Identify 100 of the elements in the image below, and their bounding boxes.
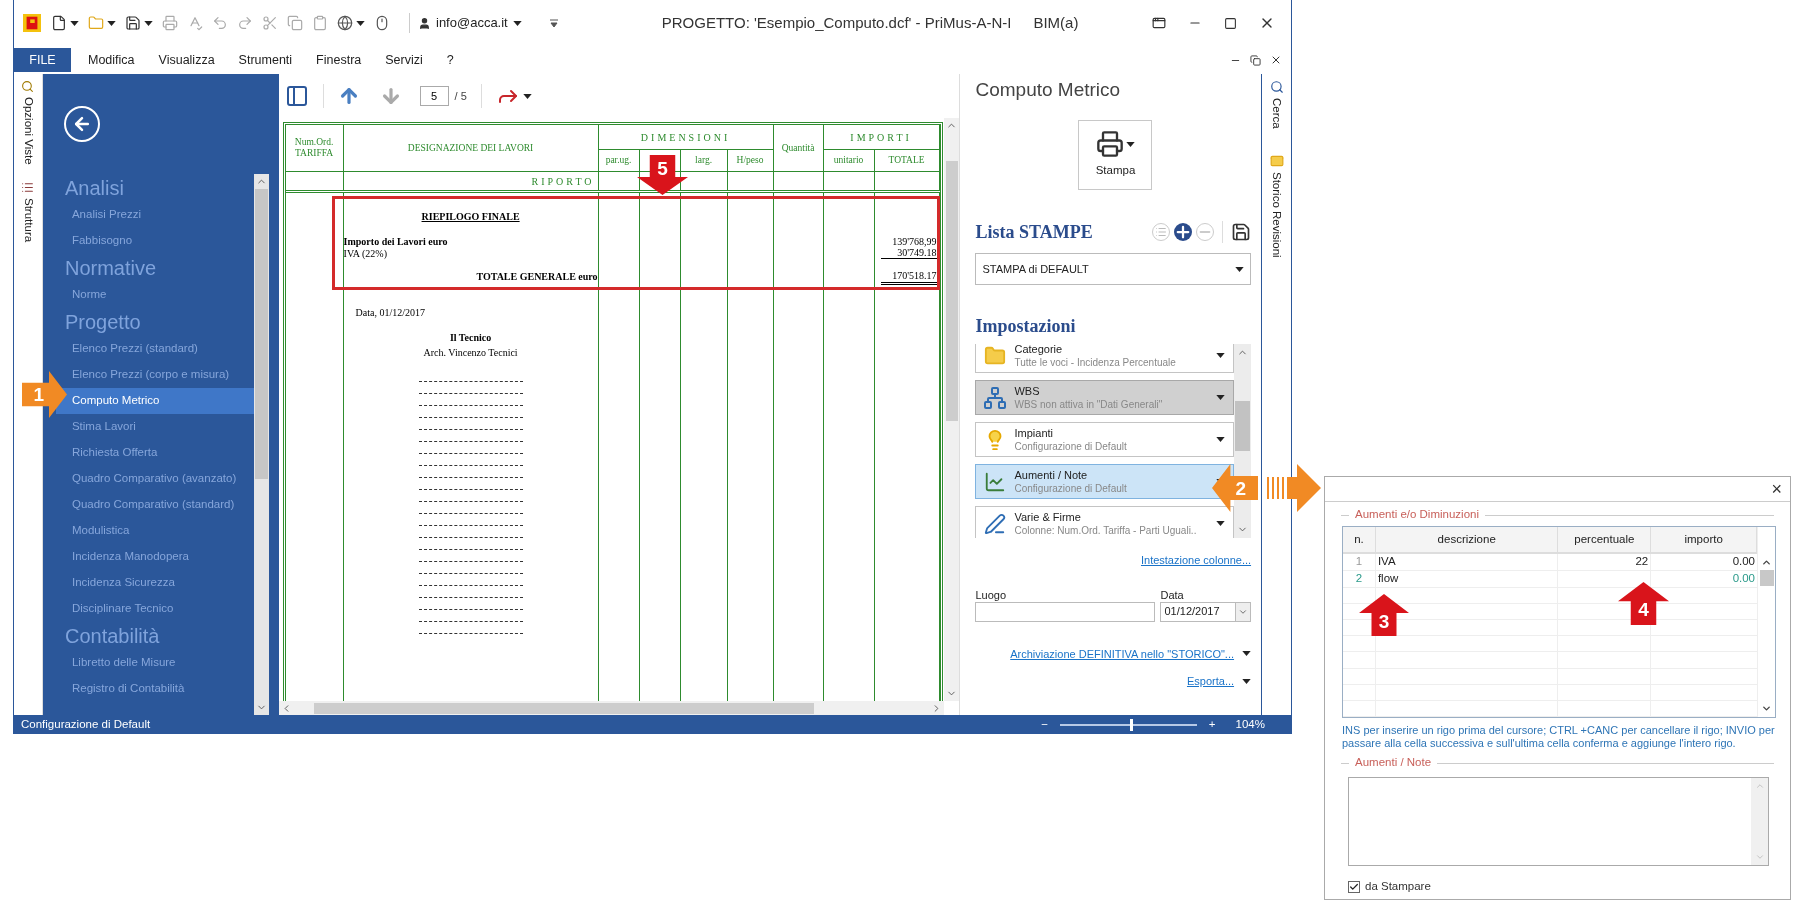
scroll-down-icon[interactable]	[1761, 703, 1772, 714]
columns-link[interactable]: Intestazione colonne...	[1140, 552, 1252, 569]
export-link[interactable]: Esporta...	[1186, 673, 1235, 690]
caret-icon[interactable]	[1216, 521, 1226, 526]
column-header: Quantità	[781, 142, 815, 154]
menu-item[interactable]: Strumenti	[238, 50, 293, 70]
table-cell-text: IVA	[1377, 554, 1396, 570]
scroll-thumb[interactable]	[254, 189, 268, 479]
restore-icon[interactable]	[1250, 54, 1261, 66]
menu-item[interactable]: ?	[446, 50, 454, 70]
side-tab[interactable]: Storico Revisioni	[1267, 172, 1286, 262]
scrollbar[interactable]	[1234, 344, 1252, 538]
page-count: / 5	[454, 88, 467, 104]
zoom-out-button[interactable]: −	[1041, 715, 1048, 734]
caret-icon[interactable]	[1216, 353, 1226, 358]
globe-icon[interactable]	[337, 15, 353, 31]
checkbox-label[interactable]: da Stampare	[1365, 878, 1431, 896]
add-icon[interactable]	[1174, 223, 1193, 241]
column-header[interactable]: n.	[1343, 527, 1376, 552]
table-cell-text: flow	[1377, 571, 1399, 587]
column-header[interactable]: importo	[1651, 527, 1757, 552]
close-icon[interactable]	[1270, 54, 1282, 66]
save-icon[interactable]	[125, 15, 141, 31]
structure-icon[interactable]	[21, 181, 35, 194]
table-row[interactable]: 2 flow 0.00	[1343, 570, 1757, 588]
settings-item[interactable]: Impianti Configurazione di Default	[975, 422, 1235, 457]
new-file-icon[interactable]	[51, 15, 67, 31]
slider-thumb[interactable]	[1130, 718, 1134, 731]
settings-title: Varie & Firme	[1014, 510, 1082, 524]
back-button[interactable]	[63, 106, 100, 142]
user-icon[interactable]	[418, 16, 431, 30]
settings-item[interactable]: Categorie Tutte le voci - Incidenza Percentuale	[975, 344, 1235, 373]
settings-title: WBS	[1014, 384, 1041, 398]
caret-icon[interactable]	[144, 20, 153, 26]
summary-label: IVA (22%)	[343, 247, 387, 261]
side-tab[interactable]: Cerca	[1267, 98, 1286, 138]
caret-icon[interactable]	[512, 20, 522, 26]
caret-icon[interactable]	[356, 20, 365, 26]
ribbon-display-icon[interactable]	[1152, 16, 1166, 30]
scrollbar[interactable]	[253, 174, 269, 715]
spellcheck-icon[interactable]	[187, 15, 203, 31]
zoom-level: 104%	[1235, 716, 1265, 732]
scroll-thumb[interactable]	[313, 702, 814, 714]
settings-subtitle: Colonne: Num.Ord. Tariffa - Parti Uguali..	[1014, 523, 1198, 537]
menu-item[interactable]: Modifica	[88, 50, 135, 70]
scrollbar[interactable]	[944, 118, 960, 701]
nav-item[interactable]: Computo Metrico	[55, 388, 254, 414]
caret-icon[interactable]	[1216, 437, 1226, 442]
save-print-icon[interactable]	[1231, 222, 1252, 242]
group-label: Aumenti / Note	[1355, 755, 1432, 771]
page-field[interactable]: 5	[419, 86, 449, 106]
print-list-dropdown[interactable]: STAMPA di DEFAULT	[975, 253, 1252, 285]
print-button[interactable]: Stampa	[1078, 120, 1153, 190]
scroll-thumb[interactable]	[946, 161, 958, 421]
section-title: Normative	[64, 256, 157, 281]
scrollbar[interactable]	[278, 701, 945, 715]
settings-title: Aumenti / Note	[1014, 468, 1089, 482]
settings-item[interactable]: Aumenti / Note Configurazione di Default	[975, 464, 1235, 499]
scroll-up-icon[interactable]	[1761, 557, 1772, 568]
scroll-thumb[interactable]	[1759, 570, 1774, 586]
connector-arrow	[1267, 464, 1321, 512]
zoom-in-button[interactable]: +	[1208, 715, 1216, 734]
panel-toggle-icon[interactable]	[284, 84, 309, 108]
section-title: Contabilità	[64, 624, 160, 649]
column-header[interactable]: descrizione	[1375, 527, 1559, 552]
caret-icon[interactable]	[1242, 678, 1252, 684]
place-field[interactable]	[975, 601, 1156, 622]
caret-icon[interactable]	[522, 93, 532, 99]
customize-icon[interactable]	[549, 19, 558, 27]
user-account[interactable]: info@acca.it	[436, 13, 508, 33]
caret-icon[interactable]	[1242, 651, 1252, 657]
search-icon[interactable]	[1269, 80, 1284, 94]
archive-link[interactable]: Archiviazione DEFINITIVA nello "STORICO"...	[1010, 645, 1235, 662]
date-text: Data, 01/12/2017	[355, 307, 425, 318]
app-logo[interactable]	[23, 14, 41, 32]
maximize-icon[interactable]	[1224, 16, 1237, 30]
zoom-slider[interactable]	[1059, 718, 1197, 731]
side-tab[interactable]: Struttura	[19, 198, 37, 248]
caret-icon[interactable]	[107, 20, 116, 26]
date-field[interactable]: 01/12/2017	[1160, 601, 1252, 622]
column-header: DIMENSIONI	[640, 131, 731, 143]
file-tab[interactable]: FILE	[14, 48, 71, 72]
caret-icon[interactable]	[70, 20, 79, 26]
column-header: Num.Ord.	[294, 137, 334, 148]
caret-icon[interactable]	[1235, 266, 1245, 272]
menu-item[interactable]: Visualizza	[158, 50, 215, 70]
column-header[interactable]: percentuale	[1558, 527, 1652, 552]
side-tab[interactable]: Opzioni Viste	[19, 97, 37, 167]
settings-item[interactable]: Varie & Firme Colonne: Num.Ord. Tariffa - Parti Uguali..	[975, 506, 1235, 538]
hint-text: INS per inserire un rigo prima del cursore; CTRL +CANC per cancellare il rigo; INVIO per passare alla cella successiva e sull'ultima cella conferma e aggiunge l'intero rigo.	[1342, 724, 1776, 750]
table-cell-text: 0.00	[1732, 554, 1755, 570]
caret-icon[interactable]	[1126, 141, 1135, 147]
column-header: TOTALE	[888, 155, 925, 166]
menu-item[interactable]: Finestra	[316, 50, 362, 70]
checkbox[interactable]	[1348, 880, 1360, 893]
close-button[interactable]: ×	[1771, 480, 1782, 498]
menu-item[interactable]: Servizi	[385, 50, 423, 70]
scroll-thumb[interactable]	[1235, 401, 1251, 451]
table-row[interactable]: 1 IVA 22 0.00	[1343, 553, 1757, 571]
mouse-icon[interactable]	[374, 15, 390, 31]
